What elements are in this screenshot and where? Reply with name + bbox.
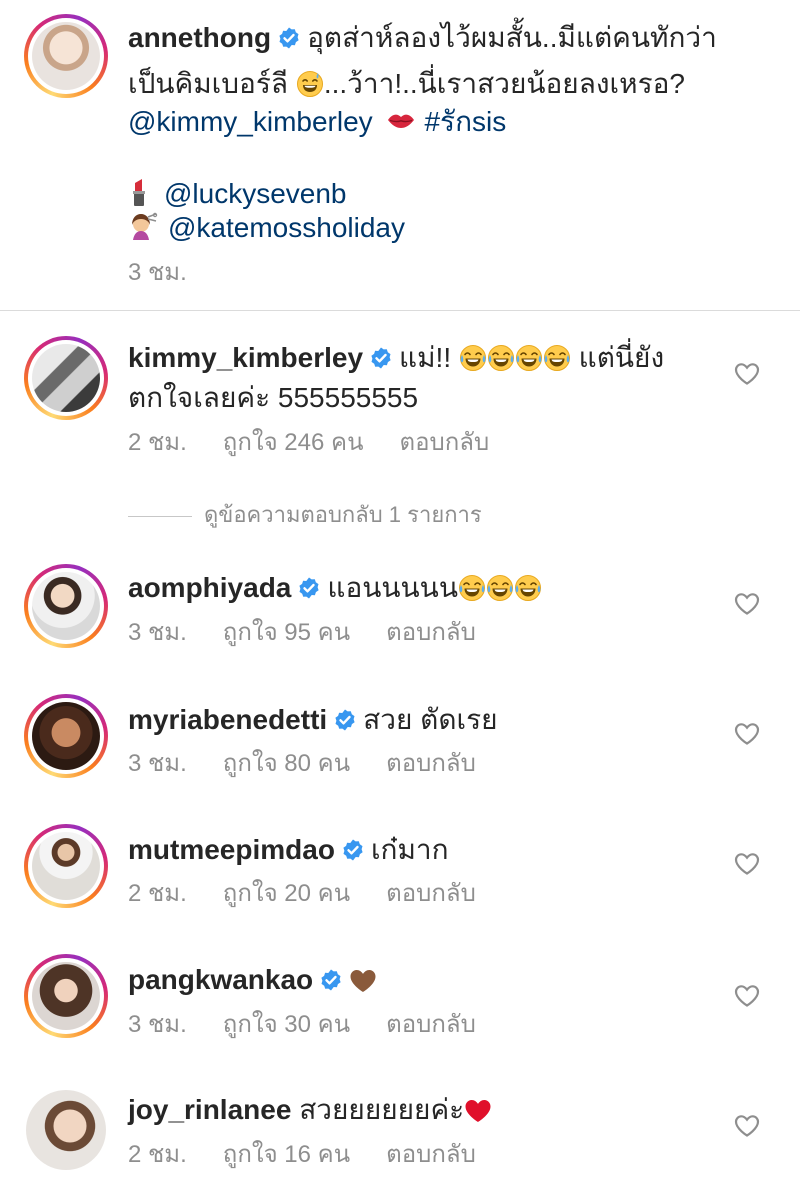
comment-time: 3 ชม. (128, 619, 187, 646)
comment-likes[interactable]: ถูกใจ 30 คน (223, 1011, 350, 1038)
comment-text-line2: ตกใจเลยค่ะ 555555555 (128, 382, 419, 413)
comment-likes[interactable]: ถูกใจ 246 คน (223, 429, 364, 456)
red-heart-icon (464, 1098, 492, 1124)
reply-button[interactable]: ตอบกลับ (386, 750, 476, 777)
comment-username[interactable]: mutmeepimdao (128, 834, 335, 865)
comment-text-cont: แต่นี่ยัง (578, 342, 665, 373)
reply-button[interactable]: ตอบกลับ (386, 880, 476, 907)
caption-mention-luckysevenb[interactable]: @luckysevenb (164, 178, 347, 209)
caption-hashtag[interactable]: #รักsis (424, 106, 506, 137)
heart-outline-icon[interactable] (734, 362, 760, 386)
comment-meta: 3 ชม. ถูกใจ 80 คน ตอบกลับ (128, 749, 512, 779)
comment-meta: 2 ชม. ถูกใจ 246 คน ตอบกลับ (128, 428, 525, 458)
caption-text-line2a: เป็นคิมเบอร์ลี (128, 68, 289, 99)
comment-avatar[interactable] (24, 336, 108, 420)
comment-username[interactable]: myriabenedetti (128, 704, 327, 735)
verified-icon (277, 26, 301, 50)
comment-text: สวยยยยยยค่ะ (299, 1094, 465, 1125)
face-with-tears-of-joy-icon (543, 344, 571, 372)
brown-heart-icon (349, 968, 377, 994)
caption-divider (0, 310, 800, 311)
heart-outline-icon[interactable] (734, 1114, 760, 1138)
lipstick-icon (128, 177, 150, 207)
caption-mention-katemossholiday[interactable]: @katemossholiday (168, 212, 405, 243)
verified-icon (369, 346, 393, 370)
verified-icon (333, 708, 357, 732)
comment-avatar[interactable] (24, 564, 108, 648)
comment-text: แม่!! (399, 342, 452, 373)
caption-mention-kimmy[interactable]: @kimmy_kimberley (128, 106, 373, 137)
face-with-tears-of-joy-icon (487, 344, 515, 372)
comment-time: 2 ชม. (128, 1141, 187, 1168)
comment-time: 3 ชม. (128, 750, 187, 777)
comment-meta: 3 ชม. ถูกใจ 95 คน ตอบกลับ (128, 618, 512, 648)
comment-avatar[interactable] (24, 694, 108, 778)
face-with-tears-of-joy-icon (458, 574, 486, 602)
kiss-mark-icon (386, 109, 416, 133)
face-with-tears-of-joy-icon (515, 344, 543, 372)
heart-outline-icon[interactable] (734, 592, 760, 616)
caption-text-line2b: ...ว้าา!..นี่เราสวยน้อยลงเหรอ? (323, 68, 685, 99)
heart-outline-icon[interactable] (734, 852, 760, 876)
view-replies-button[interactable]: ดูข้อความตอบกลับ 1 รายการ (128, 500, 482, 530)
caption-time: 3 ชม. (128, 259, 187, 286)
comment-username[interactable]: joy_rinlanee (128, 1094, 291, 1125)
face-with-tears-of-joy-icon (459, 344, 487, 372)
heart-outline-icon[interactable] (734, 722, 760, 746)
reply-button[interactable]: ตอบกลับ (386, 619, 476, 646)
comment-username[interactable]: kimmy_kimberley (128, 342, 363, 373)
comment-meta: 3 ชม. ถูกใจ 30 คน ตอบกลับ (128, 1010, 512, 1040)
grinning-sweat-icon (296, 70, 324, 98)
reply-button[interactable]: ตอบกลับ (386, 1011, 476, 1038)
comment-time: 3 ชม. (128, 1011, 187, 1038)
caption-username[interactable]: annethong (128, 22, 271, 53)
caption-meta: 3 ชม. (128, 258, 223, 288)
comment-username[interactable]: pangkwankao (128, 964, 313, 995)
woman-getting-haircut-icon (128, 211, 160, 243)
view-replies-label: ดูข้อความตอบกลับ 1 รายการ (204, 502, 482, 527)
verified-icon (297, 576, 321, 600)
comment-text: เก๋มาก (370, 834, 449, 865)
heart-outline-icon[interactable] (734, 984, 760, 1008)
verified-icon (319, 968, 343, 992)
comment-username[interactable]: aomphiyada (128, 572, 291, 603)
post-caption: annethong อุตส่าห์ลองไว้ผมสั้น..มีแต่คนทั… (0, 0, 800, 310)
face-with-tears-of-joy-icon (514, 574, 542, 602)
comment-time: 2 ชม. (128, 429, 187, 456)
comment-text: แอนนนนน (327, 572, 458, 603)
verified-icon (341, 838, 365, 862)
reply-button[interactable]: ตอบกลับ (386, 1141, 476, 1168)
comment-avatar[interactable] (24, 824, 108, 908)
comment-likes[interactable]: ถูกใจ 95 คน (223, 619, 350, 646)
caption-avatar[interactable] (24, 14, 108, 98)
reply-button[interactable]: ตอบกลับ (399, 429, 489, 456)
caption-text-line1: อุตส่าห์ลองไว้ผมสั้น..มีแต่คนทักว่า (307, 22, 717, 53)
comment-likes[interactable]: ถูกใจ 80 คน (223, 750, 350, 777)
face-with-tears-of-joy-icon (486, 574, 514, 602)
comment-likes[interactable]: ถูกใจ 16 คน (223, 1141, 350, 1168)
replies-line (128, 515, 192, 517)
comment-avatar[interactable] (24, 954, 108, 1038)
comment-time: 2 ชม. (128, 880, 187, 907)
comment-likes[interactable]: ถูกใจ 20 คน (223, 880, 350, 907)
comment-avatar[interactable] (24, 1088, 108, 1172)
comment-text: สวย ตัดเรย (363, 704, 498, 735)
comment-meta: 2 ชม. ถูกใจ 16 คน ตอบกลับ (128, 1140, 512, 1170)
comment-meta: 2 ชม. ถูกใจ 20 คน ตอบกลับ (128, 879, 512, 909)
